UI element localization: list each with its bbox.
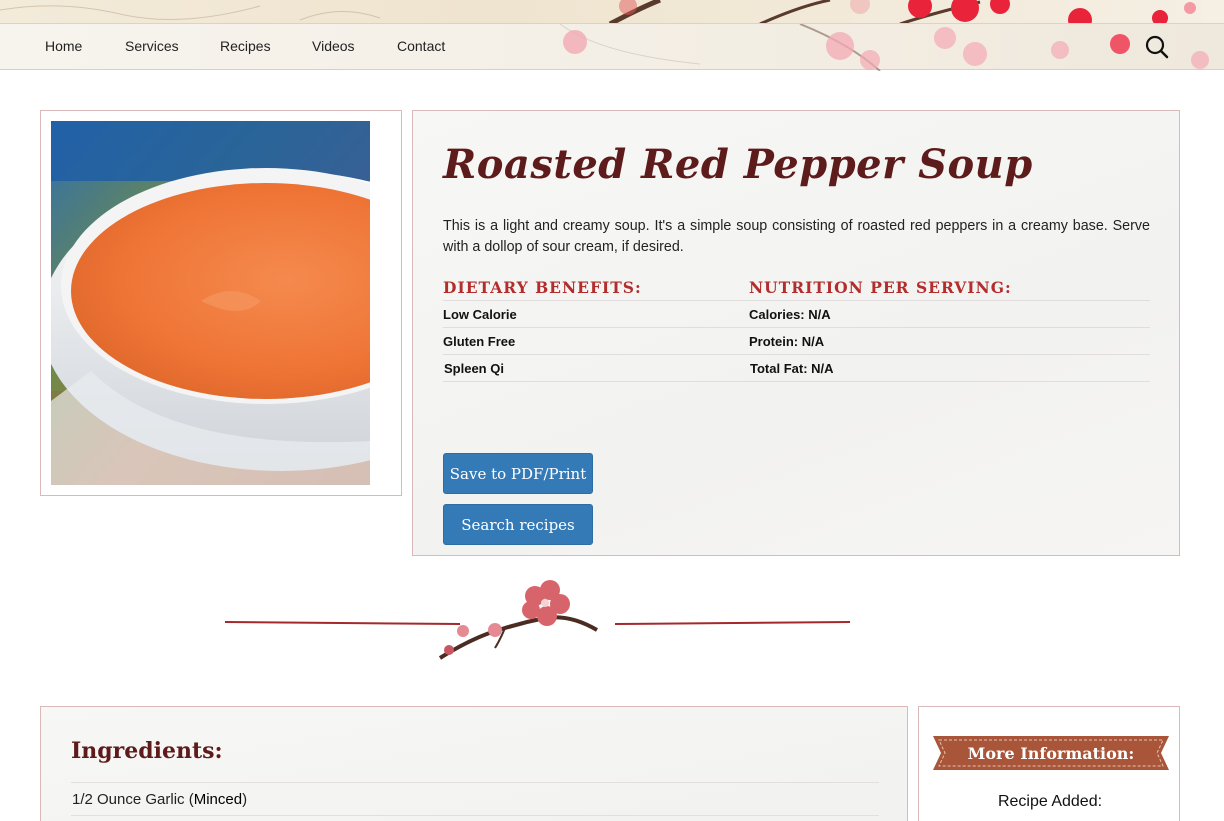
blossom-divider — [225, 580, 851, 660]
soup-photo — [51, 121, 370, 485]
divider-line — [443, 300, 1150, 301]
dietary-item: Low Calorie — [443, 307, 517, 322]
dietary-item: Spleen Qi — [444, 361, 504, 376]
search-icon[interactable] — [1144, 34, 1170, 60]
recipe-info-panel: Roasted Red Pepper Soup This is a light … — [412, 110, 1180, 556]
nav-services[interactable]: Services — [125, 38, 179, 54]
ingredient-close: ) — [242, 791, 248, 808]
divider-line — [71, 782, 879, 783]
recipe-title: Roasted Red Pepper Soup — [443, 141, 1033, 188]
nutrition-heading: NUTRITION PER SERVING: — [749, 278, 1012, 297]
nav-contact[interactable]: Contact — [397, 38, 445, 54]
nav-home[interactable]: Home — [45, 38, 82, 54]
ingredient-item: 1/2 Ounce Garlic (Minced) — [72, 791, 247, 808]
more-information-panel: More Information: Recipe Added: — [918, 706, 1180, 821]
recipe-description: This is a light and creamy soup. It's a … — [443, 218, 1150, 255]
nav-recipes[interactable]: Recipes — [220, 38, 271, 54]
nutrition-item: Total Fat: N/A — [750, 361, 834, 376]
recipe-image-panel — [40, 110, 402, 496]
nutrition-item: Calories: N/A — [749, 307, 831, 322]
nav-videos[interactable]: Videos — [312, 38, 355, 54]
ingredient-prep: Minced — [193, 791, 243, 808]
main-navbar: Home Services Recipes Videos Contact — [0, 23, 1224, 71]
ingredients-title: Ingredients: — [71, 738, 223, 764]
cherry-blossom-branch-decoration — [0, 0, 1196, 24]
ingredient-text: 1/2 Ounce Garlic ( — [72, 791, 194, 808]
divider-line — [71, 815, 879, 816]
divider-line — [443, 381, 1150, 382]
dietary-item: Gluten Free — [443, 334, 516, 349]
divider-line — [443, 327, 1150, 328]
save-pdf-print-button[interactable]: Save to PDF/Print — [443, 453, 593, 494]
recipe-added-label: Recipe Added: — [997, 793, 1103, 810]
nutrition-item: Protein: N/A — [749, 334, 825, 349]
search-recipes-button[interactable]: Search recipes — [443, 504, 593, 545]
navbar-blossom-decoration — [559, 24, 1209, 71]
ingredients-panel: Ingredients: 1/2 Ounce Garlic (Minced) — [40, 706, 908, 821]
more-information-title: More Information: — [967, 743, 1135, 763]
divider-line — [443, 354, 1150, 355]
dietary-benefits-heading: DIETARY BENEFITS: — [443, 278, 642, 297]
header-decoration — [0, 0, 1224, 24]
